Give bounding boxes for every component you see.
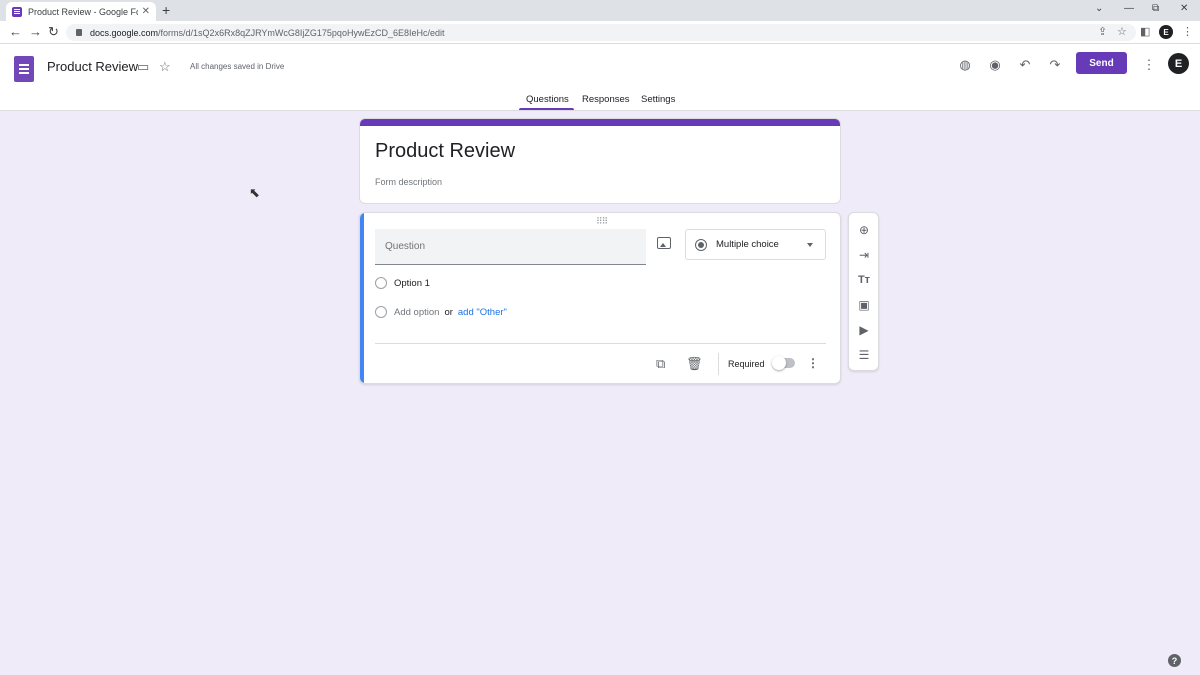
tab-search-icon[interactable]: ⌄	[1095, 3, 1103, 14]
add-other-link[interactable]: add "Other"	[458, 307, 507, 318]
folder-icon[interactable]: ▭	[137, 59, 149, 75]
customize-theme-icon[interactable]: ◍	[956, 56, 974, 74]
question-type-dropdown[interactable]: Multiple choice	[685, 229, 826, 260]
theme-color-bar	[360, 119, 840, 126]
address-bar[interactable]: docs.google.com /forms/d/1sQ2x6Rx8qZJRYm…	[66, 24, 1136, 41]
browser-tab-bar: Product Review - Google Forms ✕ + ⌄ — ⧉ …	[0, 0, 1200, 21]
save-status: All changes saved in Drive	[190, 62, 285, 71]
browser-menu-icon[interactable]: ⋮	[1182, 25, 1193, 38]
tab-title: Product Review - Google Forms	[28, 6, 138, 17]
new-tab-button[interactable]: +	[162, 3, 170, 17]
undo-icon[interactable]: ↶	[1016, 56, 1034, 74]
minimize-button[interactable]: —	[1124, 3, 1134, 14]
close-window-button[interactable]: ✕	[1180, 3, 1188, 14]
form-title[interactable]: Product Review	[375, 140, 515, 163]
add-video-icon[interactable]: ▶	[855, 321, 873, 339]
send-button[interactable]: Send	[1076, 52, 1127, 74]
side-panel-icon[interactable]: ◧	[1140, 25, 1150, 38]
drag-handle-icon[interactable]: ⠿⠿	[596, 216, 608, 227]
radio-circle-icon	[375, 277, 387, 289]
google-forms-logo-icon[interactable]	[14, 56, 34, 82]
forms-header: Product Review ▭ ☆ All changes saved in …	[0, 44, 1200, 111]
document-title[interactable]: Product Review	[47, 59, 138, 74]
option-row[interactable]: Option 1	[375, 277, 430, 289]
tab-settings[interactable]: Settings	[641, 94, 675, 105]
option-label[interactable]: Option 1	[394, 278, 430, 289]
bookmark-star-icon[interactable]: ☆	[1117, 25, 1127, 38]
add-image-icon[interactable]: ▣	[855, 296, 873, 314]
tab-questions[interactable]: Questions	[526, 94, 569, 105]
url-host: docs.google.com	[90, 27, 159, 38]
maximize-button[interactable]: ⧉	[1152, 3, 1159, 14]
dropdown-caret-icon	[807, 243, 813, 247]
radio-circle-icon	[375, 306, 387, 318]
url-path: /forms/d/1sQ2x6Rx8qZJRYmWcG8IjZG175pqoHy…	[158, 27, 445, 38]
add-option-button[interactable]: Add option	[394, 307, 439, 318]
back-arrow-icon[interactable]: ←	[9, 25, 22, 39]
star-icon[interactable]: ☆	[159, 59, 171, 75]
add-option-row: Add option or add "Other"	[375, 306, 507, 318]
redo-icon[interactable]: ↷	[1046, 56, 1064, 74]
reload-icon[interactable]: ↻	[48, 25, 59, 39]
active-tab-indicator	[519, 108, 574, 110]
question-card[interactable]: ⠿⠿ Question Multiple choice Option 1 Add…	[359, 212, 841, 384]
add-title-icon[interactable]: Tт	[855, 271, 873, 289]
floating-toolbar: ⊕ ⇥ Tт ▣ ▶ ☰	[848, 212, 879, 371]
radio-button-icon	[695, 238, 707, 251]
question-type-label: Multiple choice	[716, 239, 779, 250]
help-icon[interactable]: ?	[1168, 654, 1181, 667]
forward-arrow-icon[interactable]: →	[29, 25, 42, 39]
mouse-cursor-icon: ⬉	[249, 185, 260, 200]
preview-eye-icon[interactable]: ◉	[986, 56, 1004, 74]
add-question-icon[interactable]: ⊕	[855, 221, 873, 239]
form-title-card[interactable]: Product Review Form description	[359, 118, 841, 204]
divider	[375, 343, 826, 344]
import-questions-icon[interactable]: ⇥	[855, 246, 873, 264]
required-toggle[interactable]	[772, 356, 795, 370]
form-tabs: Questions Responses Settings	[0, 93, 1200, 111]
vertical-divider	[718, 353, 719, 375]
google-forms-favicon-icon	[12, 6, 22, 17]
browser-profile-avatar[interactable]: E	[1159, 25, 1173, 39]
delete-trash-icon[interactable]: 🗑	[686, 356, 703, 372]
browser-tab[interactable]: Product Review - Google Forms ✕	[6, 2, 156, 21]
tab-responses[interactable]: Responses	[582, 94, 630, 105]
or-text: or	[444, 306, 453, 318]
add-image-icon[interactable]	[657, 237, 671, 249]
form-description-field[interactable]: Form description	[375, 177, 442, 187]
duplicate-icon[interactable]: ⧉	[656, 356, 665, 372]
account-avatar[interactable]: E	[1168, 53, 1189, 74]
browser-toolbar: ← → ↻ docs.google.com /forms/d/1sQ2x6Rx8…	[0, 21, 1200, 44]
question-input[interactable]: Question	[375, 229, 646, 265]
more-options-icon[interactable]: ⋮	[1140, 56, 1158, 74]
close-tab-icon[interactable]: ✕	[142, 6, 150, 17]
focus-indicator	[360, 213, 364, 383]
required-label: Required	[728, 359, 765, 369]
lock-icon	[76, 29, 82, 36]
add-section-icon[interactable]: ☰	[855, 346, 873, 364]
share-icon[interactable]: ⇪	[1098, 25, 1107, 38]
question-more-options-icon[interactable]: ⋮	[807, 356, 819, 370]
